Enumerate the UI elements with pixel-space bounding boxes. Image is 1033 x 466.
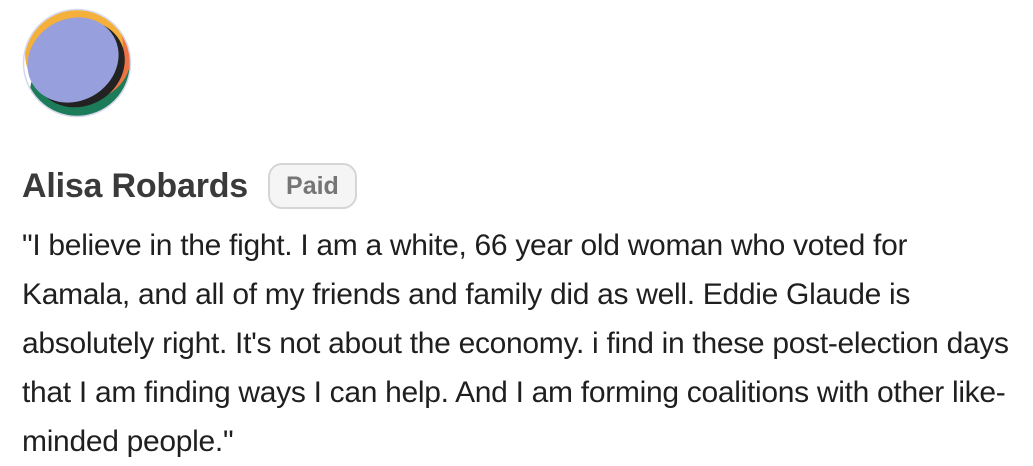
author-name[interactable]: Alisa Robards bbox=[22, 167, 248, 206]
abstract-avatar-icon[interactable] bbox=[22, 8, 132, 118]
comment-body: "I believe in the fight. I am a white, 6… bbox=[22, 229, 1009, 458]
author-row: Alisa Robards Paid bbox=[22, 160, 357, 212]
paid-badge: Paid bbox=[268, 163, 357, 209]
